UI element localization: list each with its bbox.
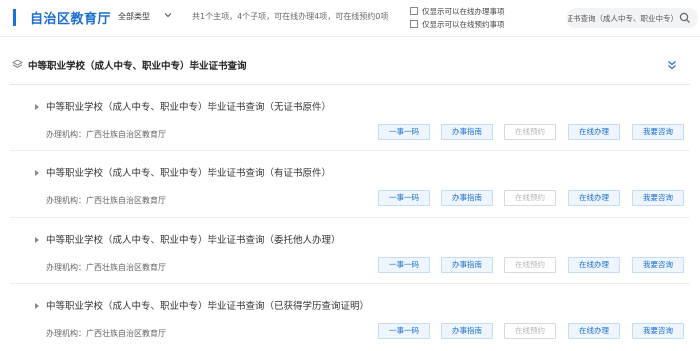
- checkbox-icon[interactable]: [410, 7, 418, 15]
- item-organization: 办理机构：广西壮族自治区教育厅: [46, 329, 166, 338]
- item-organization: 办理机构：广西壮族自治区教育厅: [46, 263, 166, 272]
- divider: [10, 217, 690, 218]
- consult-button[interactable]: 我要咨询: [632, 190, 684, 206]
- search-box[interactable]: [566, 8, 698, 28]
- divider: [10, 283, 690, 284]
- guide-button[interactable]: 办事指南: [441, 257, 493, 273]
- divider: [10, 84, 690, 85]
- result-summary: 共1个主项，4个子项，可在线办理4项，可在线预约0项: [192, 12, 389, 21]
- list-item: 中等职业学校（成人中专、职业中专）毕业证书查询（无证书原件） 办理机构：广西壮族…: [10, 98, 690, 164]
- consult-button[interactable]: 我要咨询: [632, 257, 684, 273]
- item-name[interactable]: 中等职业学校（成人中专、职业中专）毕业证书查询（无证书原件）: [46, 99, 331, 113]
- filter-label: 仅显示可以在线预约事项: [422, 19, 505, 29]
- guide-button[interactable]: 办事指南: [441, 190, 493, 206]
- online-handle-button[interactable]: 在线办理: [568, 257, 620, 273]
- search-icon[interactable]: [678, 11, 692, 25]
- chevron-down-icon[interactable]: [163, 10, 173, 20]
- filter-online-appointment[interactable]: 仅显示可以在线预约事项: [410, 19, 505, 29]
- appointment-button: 在线预约: [504, 124, 556, 140]
- type-filter-select[interactable]: 全部类型: [118, 11, 150, 22]
- guide-button[interactable]: 办事指南: [441, 124, 493, 140]
- list-item: 中等职业学校（成人中专、职业中专）毕业证书查询（有证书原件） 办理机构：广西壮族…: [10, 164, 690, 230]
- checkbox-icon[interactable]: [410, 20, 418, 28]
- item-organization: 办理机构：广西壮族自治区教育厅: [46, 130, 166, 139]
- list-item: 中等职业学校（成人中专、职业中专）毕业证书查询（委托他人办理） 办理机构：广西壮…: [10, 231, 690, 297]
- service-code-button[interactable]: 一事一码: [378, 190, 430, 206]
- online-handle-button[interactable]: 在线办理: [568, 323, 620, 339]
- appointment-button: 在线预约: [504, 190, 556, 206]
- group-title: 中等职业学校（成人中专、职业中专）毕业证书查询: [28, 61, 247, 72]
- appointment-button: 在线预约: [504, 323, 556, 339]
- online-handle-button[interactable]: 在线办理: [568, 124, 620, 140]
- consult-button[interactable]: 我要咨询: [632, 124, 684, 140]
- item-name[interactable]: 中等职业学校（成人中专、职业中专）毕业证书查询（有证书原件）: [46, 165, 331, 179]
- triangle-bullet-icon: [35, 170, 39, 176]
- item-name[interactable]: 中等职业学校（成人中专、职业中专）毕业证书查询（已获得学历查询证明）: [46, 298, 369, 312]
- filter-label: 仅显示可以在线办理事项: [422, 6, 505, 16]
- department-title: 自治区教育厅: [30, 12, 112, 27]
- triangle-bullet-icon: [35, 237, 39, 243]
- top-bar: 自治区教育厅 全部类型 共1个主项，4个子项，可在线办理4项，可在线预约0项 仅…: [0, 0, 700, 36]
- item-name[interactable]: 中等职业学校（成人中专、职业中专）毕业证书查询（委托他人办理）: [46, 232, 341, 246]
- guide-button[interactable]: 办事指南: [441, 323, 493, 339]
- consult-button[interactable]: 我要咨询: [632, 323, 684, 339]
- item-organization: 办理机构：广西壮族自治区教育厅: [46, 196, 166, 205]
- group-header[interactable]: 中等职业学校（成人中专、职业中专）毕业证书查询: [10, 56, 690, 74]
- search-input[interactable]: [566, 8, 678, 28]
- service-code-button[interactable]: 一事一码: [378, 124, 430, 140]
- appointment-button: 在线预约: [504, 257, 556, 273]
- triangle-bullet-icon: [35, 104, 39, 110]
- service-code-button[interactable]: 一事一码: [378, 323, 430, 339]
- collapse-double-chevron-icon[interactable]: [666, 59, 678, 71]
- divider: [0, 36, 700, 37]
- layers-icon: [12, 59, 23, 68]
- service-code-button[interactable]: 一事一码: [378, 257, 430, 273]
- list-item: 中等职业学校（成人中专、职业中专）毕业证书查询（已获得学历查询证明） 办理机构：…: [10, 297, 690, 351]
- filter-online-handle[interactable]: 仅显示可以在线办理事项: [410, 6, 505, 16]
- triangle-bullet-icon: [35, 303, 39, 309]
- divider: [10, 150, 690, 151]
- accent-bar: [13, 9, 16, 26]
- online-handle-button[interactable]: 在线办理: [568, 190, 620, 206]
